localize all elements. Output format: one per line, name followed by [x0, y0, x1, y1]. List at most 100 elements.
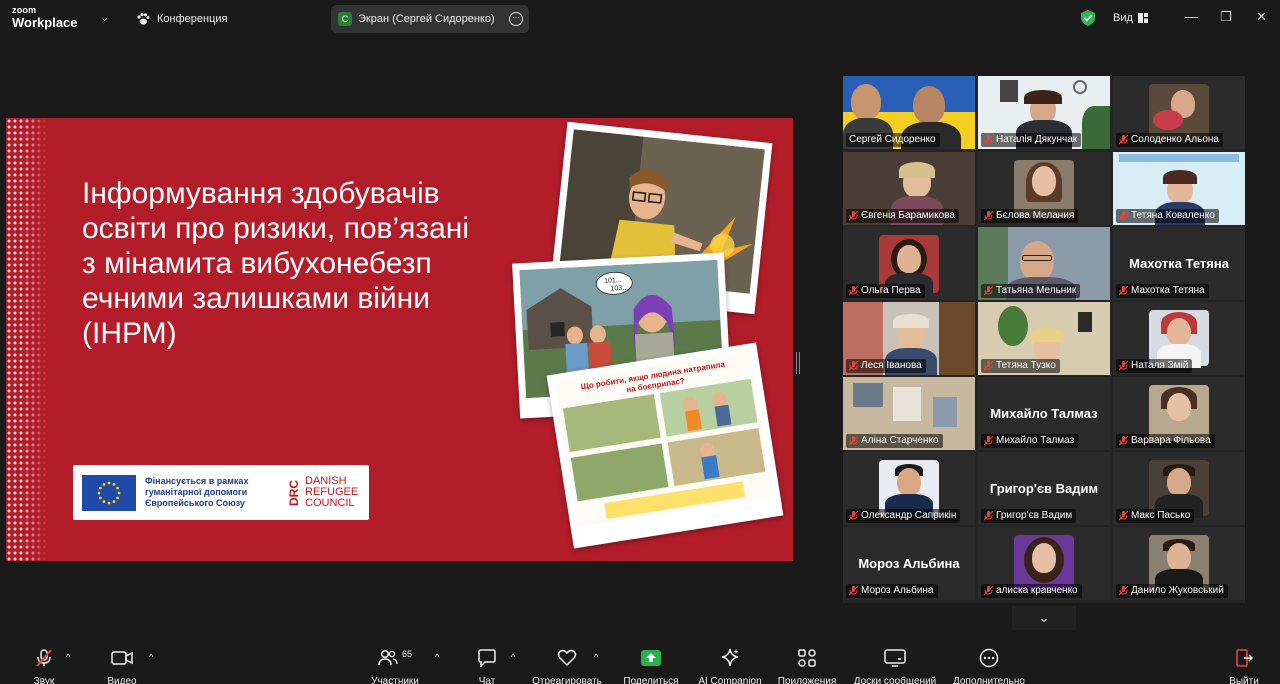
- restore-icon[interactable]: ❐: [1220, 9, 1232, 25]
- participant-tile[interactable]: Мороз Альбина Мороз Альбина: [843, 527, 975, 600]
- muted-mic-icon: [1118, 360, 1129, 371]
- grid-view-icon: [1137, 13, 1148, 23]
- chevron-down-icon[interactable]: ⌄: [100, 11, 109, 24]
- security-shield-icon[interactable]: [1081, 10, 1095, 26]
- comic-bubble-2: 103...: [610, 285, 628, 293]
- muted-mic-icon: [1118, 585, 1129, 596]
- participant-name: Солоденко Альона: [1116, 133, 1223, 147]
- muted-mic-icon: [848, 210, 859, 221]
- participant-name: Данило Жуковський: [1116, 584, 1228, 598]
- participant-display-name: Григор'єв Вадим: [989, 481, 1099, 496]
- gallery-scroll-down-button[interactable]: ⌄: [1012, 606, 1076, 630]
- muted-mic-icon: [1118, 510, 1129, 521]
- mic-muted-icon: [36, 649, 52, 667]
- participant-tile[interactable]: Наталя Змій: [1113, 302, 1245, 375]
- apps-button[interactable]: Приложения: [774, 648, 840, 684]
- funding-text: Фінансується в рамках гуманітарної допом…: [145, 476, 249, 508]
- react-button[interactable]: Отреагировать: [530, 648, 604, 684]
- participant-tile[interactable]: Махотка Тетяна Махотка Тетяна: [1113, 227, 1245, 300]
- participant-tile[interactable]: Григор'єв Вадим Григор'єв Вадим: [978, 452, 1110, 525]
- screen-share-indicator[interactable]: С Экран (Сергей Сидоренко) ···: [331, 5, 529, 33]
- meeting-info[interactable]: Конференция: [136, 12, 227, 26]
- participant-tile[interactable]: Наталія Дякунчак: [978, 76, 1110, 149]
- panel-resize-handle[interactable]: [796, 352, 800, 374]
- paw-icon: [137, 13, 150, 25]
- participant-tile[interactable]: Солоденко Альона: [1113, 76, 1245, 149]
- leave-icon: [1236, 649, 1254, 667]
- react-label: Отреагировать: [532, 676, 602, 684]
- participants-button[interactable]: 65 Участники: [366, 648, 424, 684]
- participant-name: Махотка Тетяна: [1116, 284, 1209, 298]
- participant-name: Наталія Дякунчак: [981, 133, 1082, 147]
- participant-tile[interactable]: Данило Жуковський: [1113, 527, 1245, 600]
- participant-tile[interactable]: Бєлова Мелания: [978, 152, 1110, 225]
- audio-button[interactable]: Звук: [24, 648, 64, 684]
- chat-icon: [478, 649, 496, 667]
- participant-tile[interactable]: алиска кравченко: [978, 527, 1110, 600]
- participant-tile[interactable]: Тетяна Тузко: [978, 302, 1110, 375]
- drc-logo: DRC DANISH REFUGEE COUNCIL: [287, 476, 358, 509]
- participants-options-caret[interactable]: ^: [435, 652, 439, 662]
- whiteboard-icon: [884, 649, 906, 667]
- participant-tile[interactable]: Татьяна Мельник: [978, 227, 1110, 300]
- participant-name: Аліна Старченко: [846, 434, 943, 448]
- chat-options-caret[interactable]: ^: [511, 652, 515, 662]
- meeting-type-label: Конференция: [157, 13, 228, 25]
- participant-name: Олександр Саприкін: [846, 509, 961, 523]
- participant-name: Леся Іванова: [846, 359, 926, 373]
- participant-tile[interactable]: Макс Пасько: [1113, 452, 1245, 525]
- comic-bubble-1: 101...: [604, 277, 622, 285]
- share-screen-icon: [641, 650, 661, 666]
- participants-count: 65: [401, 649, 412, 659]
- muted-mic-icon: [848, 585, 859, 596]
- video-button[interactable]: Видео: [102, 648, 142, 684]
- logo-line1: zoom: [12, 5, 37, 15]
- close-icon[interactable]: ✕: [1256, 9, 1267, 25]
- participant-name: Наталя Змій: [1116, 359, 1193, 373]
- participant-name: Ольга Перва: [846, 284, 925, 298]
- muted-mic-icon: [983, 585, 994, 596]
- participant-tile[interactable]: Олександр Саприкін: [843, 452, 975, 525]
- muted-mic-icon: [983, 285, 994, 296]
- view-button[interactable]: Вид: [1113, 12, 1148, 24]
- whiteboards-label: Доски сообщений: [853, 676, 937, 684]
- more-button[interactable]: Дополнительно: [950, 648, 1028, 684]
- logo-line2: Workplace: [12, 15, 78, 30]
- muted-mic-icon: [848, 510, 859, 521]
- participant-tile[interactable]: Ольга Перва: [843, 227, 975, 300]
- more-icon: [979, 648, 999, 668]
- participant-tile[interactable]: Михайло Талмаз Михайло Талмаз: [978, 377, 1110, 450]
- leave-button[interactable]: Выйти: [1226, 648, 1262, 684]
- minimize-icon[interactable]: —: [1185, 9, 1198, 24]
- more-options-icon[interactable]: ···: [509, 12, 523, 26]
- share-button[interactable]: Поделиться: [620, 648, 682, 684]
- muted-mic-icon: [983, 134, 994, 145]
- participant-name: Михайло Талмаз: [981, 434, 1079, 448]
- participant-tile[interactable]: Леся Іванова: [843, 302, 975, 375]
- muted-mic-icon: [983, 435, 994, 446]
- share-label: Поделиться: [623, 676, 679, 684]
- participants-icon: [378, 649, 398, 666]
- share-label: Экран (Сергей Сидоренко): [358, 13, 495, 25]
- react-options-caret[interactable]: ^: [594, 652, 598, 662]
- ai-companion-label: AI Companion: [698, 676, 762, 684]
- participant-name: Макс Пасько: [1116, 509, 1195, 523]
- participant-tile[interactable]: Євгенія Барамикова: [843, 152, 975, 225]
- participant-tile[interactable]: Варвара Фільова: [1113, 377, 1245, 450]
- muted-mic-icon: [983, 510, 994, 521]
- participant-tile[interactable]: Аліна Старченко: [843, 377, 975, 450]
- participant-tile[interactable]: Сергей Сидоренко: [843, 76, 975, 149]
- participant-tile[interactable]: Тетяна Коваленко: [1113, 152, 1245, 225]
- audio-options-caret[interactable]: ^: [66, 652, 70, 662]
- whiteboards-button[interactable]: Доски сообщений: [850, 648, 940, 684]
- muted-mic-icon: [848, 360, 859, 371]
- eu-flag-icon: [82, 474, 136, 511]
- muted-mic-icon: [1118, 134, 1129, 145]
- video-options-caret[interactable]: ^: [149, 652, 153, 662]
- ai-companion-button[interactable]: AI Companion: [694, 648, 766, 684]
- muted-mic-icon: [848, 285, 859, 296]
- leave-label: Выйти: [1229, 676, 1259, 684]
- chat-button[interactable]: Чат: [472, 648, 502, 684]
- drc-line3: COUNCIL: [305, 497, 355, 509]
- participants-label: Участники: [371, 676, 419, 684]
